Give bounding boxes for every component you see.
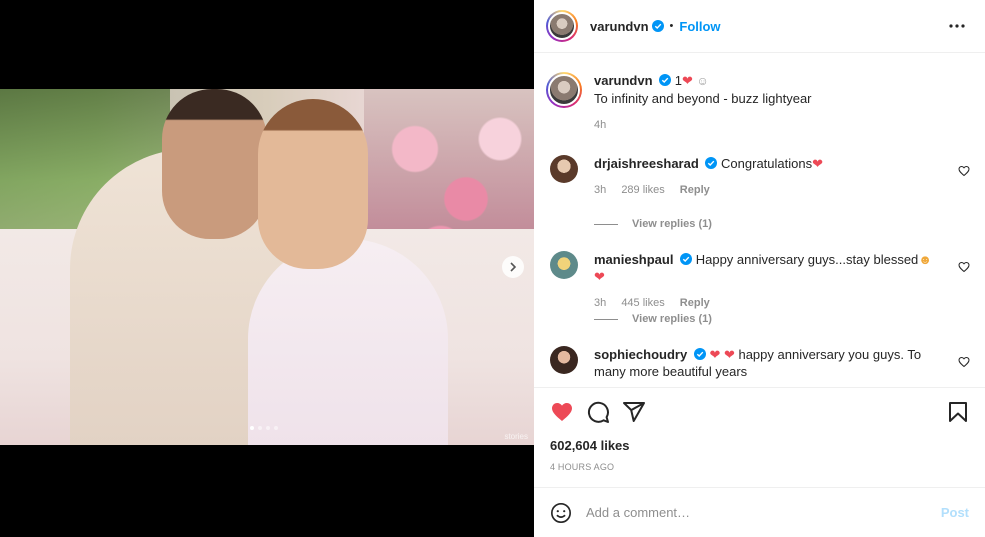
more-options-button[interactable]: [947, 16, 967, 36]
view-replies-button[interactable]: View replies (1): [594, 313, 712, 325]
verified-icon: [680, 253, 693, 265]
reply-button[interactable]: Reply: [680, 297, 710, 309]
caption-text: To infinity and beyond - buzz lightyear: [594, 91, 812, 106]
actions-divider: [534, 387, 985, 388]
comment-item: sophiechoudry ❤ ❤ happy anniversary you …: [550, 346, 970, 380]
post-header: varundvn • Follow: [534, 0, 985, 53]
caption-time: 4h: [594, 119, 607, 131]
save-icon[interactable]: [946, 400, 970, 424]
red-heart-emoji: ❤: [594, 269, 605, 284]
follow-button[interactable]: Follow: [679, 19, 720, 34]
commenter-avatar[interactable]: [550, 346, 578, 374]
commenter-avatar[interactable]: [550, 251, 578, 279]
photo-man-head: [162, 89, 267, 239]
post-caption: varundvn 1❤ ☺ To infinity and beyond - b…: [546, 72, 976, 134]
header-separator: •: [669, 20, 674, 32]
post-timestamp: 4 HOURS AGO: [550, 462, 615, 472]
caption-username[interactable]: varundvn: [594, 73, 653, 88]
add-comment-bar: Post: [534, 487, 985, 537]
comment-item: manieshpaul Happy anniversary guys...sta…: [550, 251, 970, 312]
author-avatar[interactable]: [546, 10, 578, 42]
emoji-icon[interactable]: [550, 502, 572, 524]
comment-text: Happy anniversary guys...stay blessed: [695, 252, 919, 267]
comment-username[interactable]: sophiechoudry: [594, 347, 687, 362]
author-username[interactable]: varundvn: [590, 19, 649, 34]
verified-icon: [705, 157, 718, 169]
like-comment-icon[interactable]: [958, 356, 970, 368]
carousel-dots: [250, 426, 278, 430]
carousel-next-button[interactable]: [502, 256, 524, 278]
comment-text: Congratulations: [721, 156, 813, 171]
photo-woman-head: [258, 99, 368, 269]
like-comment-icon[interactable]: [958, 261, 970, 273]
red-heart-emoji: ❤ ❤: [709, 347, 735, 362]
view-replies-button[interactable]: View replies (1): [594, 218, 712, 230]
smile-emoji: ☺: [696, 74, 709, 88]
add-comment-input[interactable]: [586, 505, 941, 520]
comment-time: 3h: [594, 297, 607, 309]
comment-item: drjaishreesharad Congratulations❤ 3h 289…: [550, 155, 970, 199]
post-photo[interactable]: stories: [0, 89, 534, 445]
carousel-dot: [274, 426, 278, 430]
comments-list[interactable]: varundvn 1❤ ☺ To infinity and beyond - b…: [534, 54, 985, 387]
comment-icon[interactable]: [586, 400, 610, 424]
commenter-avatar[interactable]: [550, 155, 578, 183]
reply-button[interactable]: Reply: [680, 184, 710, 196]
carousel-dot: [258, 426, 262, 430]
post-like-count[interactable]: 602,604 likes: [550, 438, 630, 453]
next-arrow-icon: [510, 262, 517, 272]
comment-username[interactable]: manieshpaul: [594, 252, 673, 267]
more-options-icon: [949, 24, 965, 28]
photo-watermark: stories: [504, 432, 528, 441]
caption-avatar[interactable]: [546, 72, 582, 108]
comment-username[interactable]: drjaishreesharad: [594, 156, 699, 171]
heart-icon[interactable]: [550, 400, 574, 424]
post-media: stories: [0, 0, 534, 537]
post-comment-button[interactable]: Post: [941, 505, 969, 520]
photo-woman: [248, 239, 448, 445]
carousel-dot: [250, 426, 254, 430]
verified-icon: [651, 20, 664, 32]
post-actions: [550, 400, 970, 424]
verified-icon: [659, 74, 672, 86]
caption-badge-number: 1: [674, 73, 682, 88]
comment-likes[interactable]: 289 likes: [621, 184, 664, 196]
post-side-panel: varundvn • Follow varundvn 1❤ ☺ To infin…: [534, 0, 985, 537]
red-heart-emoji: ❤: [682, 73, 693, 88]
carousel-dot: [266, 426, 270, 430]
red-heart-emoji: ❤: [812, 156, 823, 171]
hug-emoji: ☻: [918, 252, 932, 267]
like-comment-icon[interactable]: [958, 165, 970, 177]
verified-icon: [693, 348, 706, 360]
comment-time: 3h: [594, 184, 607, 196]
comment-likes[interactable]: 445 likes: [621, 297, 664, 309]
share-icon[interactable]: [622, 400, 646, 424]
